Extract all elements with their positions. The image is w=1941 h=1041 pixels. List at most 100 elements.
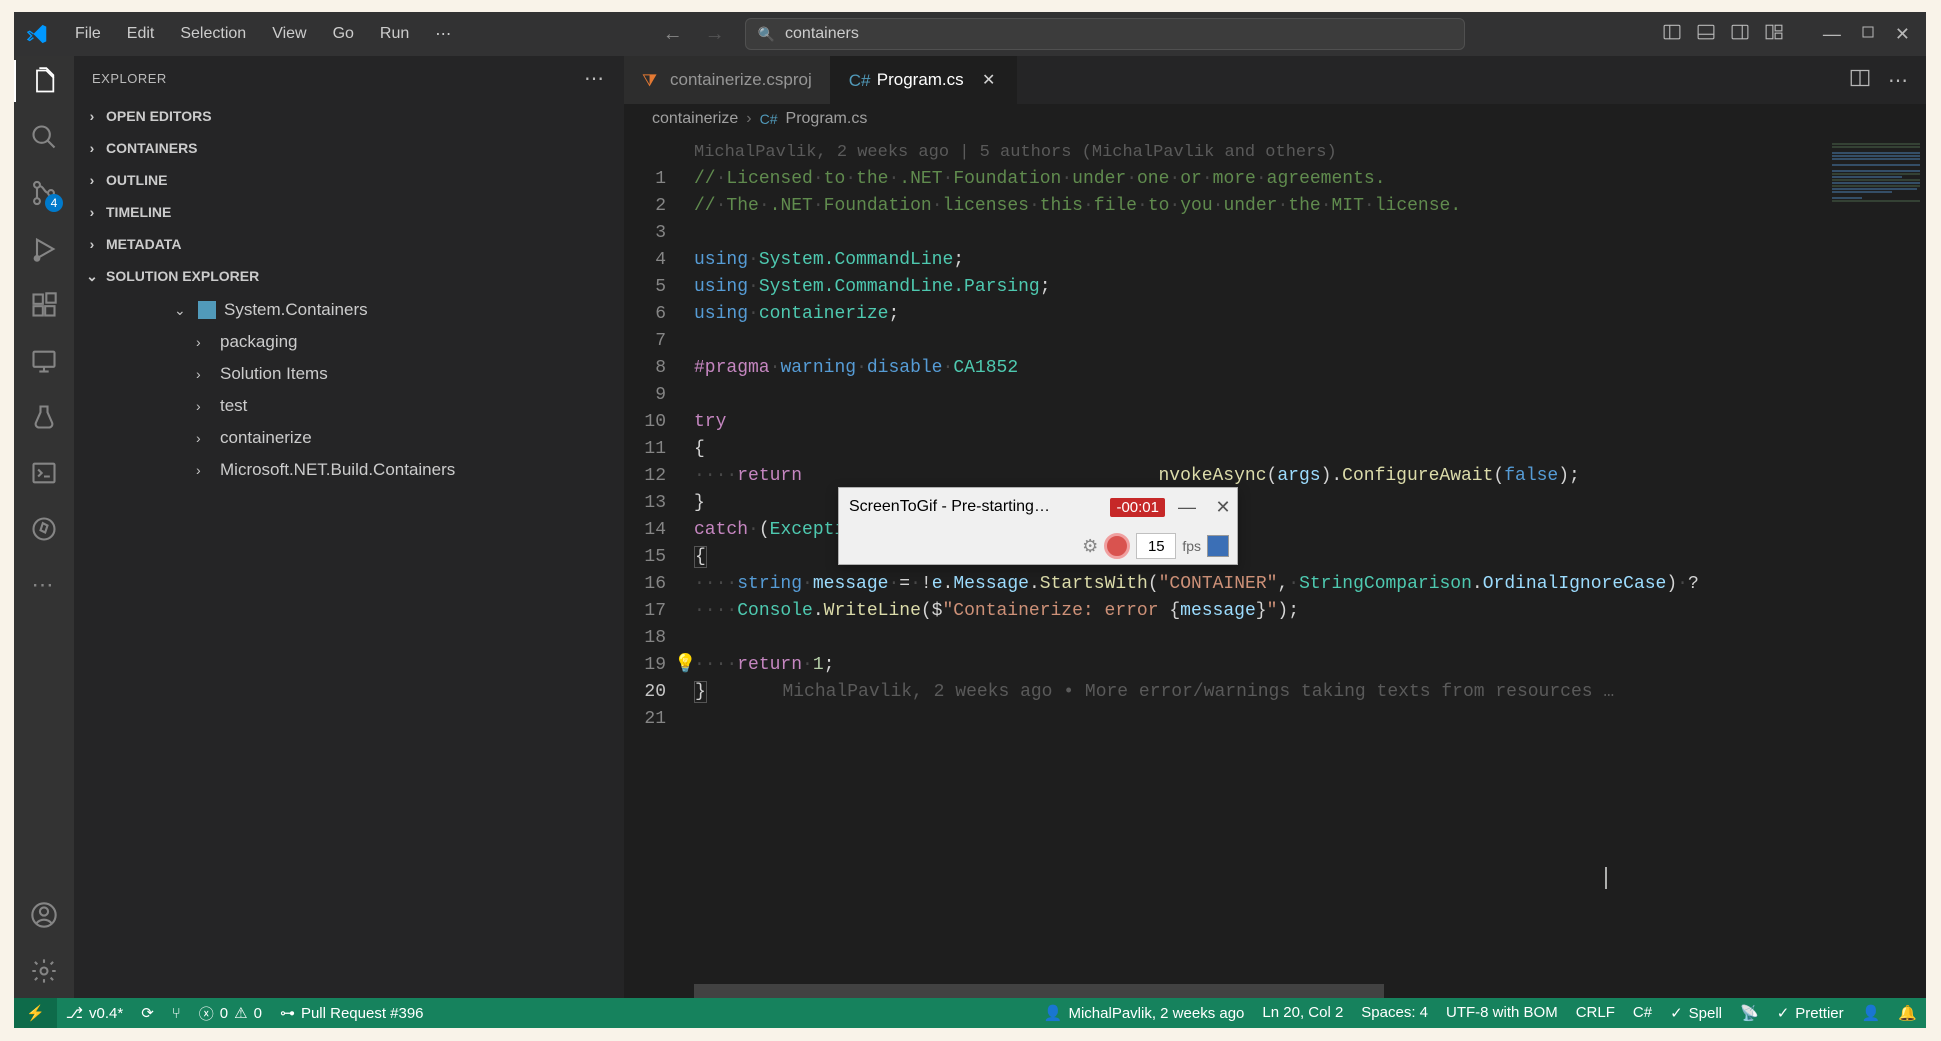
status-blame[interactable]: 👤MichalPavlik, 2 weeks ago — [1035, 1004, 1254, 1022]
section-solution-explorer[interactable]: ⌄SOLUTION EXPLORER — [74, 260, 624, 292]
menu-file[interactable]: File — [62, 19, 114, 49]
section-timeline[interactable]: ›TIMELINE — [74, 196, 624, 228]
activity-accounts-icon[interactable] — [29, 900, 59, 930]
tree-label: containerize — [220, 428, 312, 448]
nav-forward-icon[interactable]: → — [705, 23, 725, 46]
sidebar-more-icon[interactable]: ⋯ — [584, 66, 606, 91]
activity-terminal-icon[interactable] — [29, 458, 59, 488]
line-number: 6 — [624, 301, 666, 328]
tree-item[interactable]: ›containerize — [74, 422, 624, 454]
tab-label: Program.cs — [877, 70, 964, 90]
status-language[interactable]: C# — [1624, 1004, 1661, 1021]
screen-recorder-window[interactable]: ScreenToGif - Pre-starting… -00:01 — ✕ ⚙… — [838, 487, 1238, 565]
breadcrumb-segment[interactable]: Program.cs — [786, 110, 868, 128]
section-label: TIMELINE — [106, 204, 171, 220]
customize-layout-icon[interactable] — [1765, 23, 1783, 46]
status-bar: ⚡ ⎇v0.4* ⟳ ⑂ ⓧ0 ⚠0 ⊶Pull Request #396 👤M… — [14, 998, 1926, 1028]
tab-label: containerize.csproj — [670, 70, 812, 90]
activity-extensions-icon[interactable] — [29, 290, 59, 320]
tree-label: Solution Items — [220, 364, 328, 384]
menu-edit[interactable]: Edit — [114, 19, 168, 49]
section-open-editors[interactable]: ›OPEN EDITORS — [74, 100, 624, 132]
section-metadata[interactable]: ›METADATA — [74, 228, 624, 260]
tab-close-icon[interactable]: ✕ — [980, 70, 998, 90]
recorder-countdown: -00:01 — [1110, 498, 1165, 517]
lightbulb-icon[interactable]: 💡 — [674, 652, 696, 679]
recorder-title: ScreenToGif - Pre-starting… — [849, 498, 1102, 516]
status-go-live-icon[interactable]: 📡 — [1731, 1004, 1768, 1022]
person-icon: 👤 — [1044, 1004, 1063, 1022]
tree-label: Microsoft.NET.Build.Containers — [220, 460, 455, 480]
tree-root[interactable]: ⌄System.Containers — [74, 294, 624, 326]
code-line: { — [694, 436, 1926, 463]
activity-source-control-icon[interactable]: 4 — [29, 178, 59, 208]
activity-compass-icon[interactable] — [29, 514, 59, 544]
recorder-titlebar[interactable]: ScreenToGif - Pre-starting… -00:01 — ✕ — [839, 488, 1237, 526]
status-spell[interactable]: ✓Spell — [1661, 1004, 1731, 1022]
breadcrumb-segment[interactable]: containerize — [652, 110, 738, 128]
status-bell-icon[interactable]: 🔔 — [1889, 1004, 1926, 1022]
toggle-secondary-sidebar-icon[interactable] — [1731, 23, 1749, 46]
breadcrumb[interactable]: containerize › C# Program.cs — [624, 104, 1926, 134]
activity-more-icon[interactable]: ⋯ — [29, 570, 59, 600]
toggle-primary-sidebar-icon[interactable] — [1663, 23, 1681, 46]
tree-item[interactable]: ›Solution Items — [74, 358, 624, 390]
code-line: using·System.CommandLine; — [694, 247, 1926, 274]
recorder-settings-icon[interactable]: ⚙ — [1082, 536, 1098, 557]
status-graph-icon[interactable]: ⑂ — [163, 998, 190, 1028]
tab-program-cs[interactable]: C# Program.cs ✕ — [831, 56, 1017, 104]
section-outline[interactable]: ›OUTLINE — [74, 164, 624, 196]
window-close-icon[interactable]: ✕ — [1895, 24, 1910, 45]
menu-run[interactable]: Run — [367, 19, 422, 49]
status-cursor-pos[interactable]: Ln 20, Col 2 — [1253, 1004, 1352, 1021]
tab-containerize-csproj[interactable]: ⧩ containerize.csproj — [624, 56, 831, 104]
line-number: 15 — [624, 544, 666, 571]
status-eol[interactable]: CRLF — [1567, 1004, 1624, 1021]
line-number: 13 — [624, 490, 666, 517]
command-center[interactable]: 🔍 containers — [745, 18, 1465, 50]
tree-item[interactable]: ›test — [74, 390, 624, 422]
code-lens[interactable]: MichalPavlik, 2 weeks ago | 5 authors (M… — [694, 139, 1926, 166]
status-feedback-icon[interactable]: 👤 — [1853, 1004, 1890, 1022]
activity-explorer-icon[interactable] — [29, 66, 59, 96]
status-remote-icon[interactable]: ⚡ — [14, 998, 57, 1028]
recorder-record-button[interactable] — [1104, 533, 1130, 559]
solution-icon — [198, 301, 216, 319]
editor-more-icon[interactable]: ⋯ — [1888, 68, 1910, 93]
toggle-panel-icon[interactable] — [1697, 23, 1715, 46]
status-prettier[interactable]: ✓Prettier — [1768, 1004, 1853, 1022]
recorder-fps-input[interactable] — [1136, 533, 1176, 559]
window-minimize-icon[interactable]: — — [1823, 24, 1841, 45]
status-problems[interactable]: ⓧ0 ⚠0 — [190, 998, 271, 1028]
section-label: OPEN EDITORS — [106, 108, 212, 124]
status-branch[interactable]: ⎇v0.4* — [57, 998, 133, 1028]
code-editor[interactable]: 1 2 3 4 5 6 7 8 9 10 11 12 13 14 15 16 1 — [624, 134, 1926, 984]
activity-search-icon[interactable] — [29, 122, 59, 152]
tree-item[interactable]: ›Microsoft.NET.Build.Containers — [74, 454, 624, 486]
minimap[interactable] — [1826, 134, 1926, 984]
status-sync-icon[interactable]: ⟳ — [132, 998, 163, 1028]
line-number: 5 — [624, 274, 666, 301]
menu-go[interactable]: Go — [320, 19, 367, 49]
menu-overflow-icon[interactable]: ⋯ — [422, 18, 464, 50]
activity-testing-icon[interactable] — [29, 402, 59, 432]
split-editor-icon[interactable] — [1850, 68, 1870, 93]
menu-view[interactable]: View — [259, 19, 319, 49]
status-pull-request[interactable]: ⊶Pull Request #396 — [271, 998, 433, 1028]
recorder-color-picker[interactable] — [1207, 535, 1229, 557]
recorder-close-icon[interactable]: ✕ — [1209, 497, 1237, 518]
nav-back-icon[interactable]: ← — [663, 23, 683, 46]
menu-selection[interactable]: Selection — [167, 19, 259, 49]
tree-item[interactable]: ›packaging — [74, 326, 624, 358]
activity-run-debug-icon[interactable] — [29, 234, 59, 264]
line-number: 16 — [624, 571, 666, 598]
activity-remote-explorer-icon[interactable] — [29, 346, 59, 376]
status-indentation[interactable]: Spaces: 4 — [1352, 1004, 1437, 1021]
horizontal-scrollbar[interactable] — [624, 984, 1926, 998]
window-maximize-icon[interactable] — [1861, 25, 1875, 44]
recorder-minimize-icon[interactable]: — — [1173, 497, 1201, 518]
activity-settings-icon[interactable] — [29, 956, 59, 986]
scrollbar-thumb[interactable] — [694, 984, 1384, 998]
section-containers[interactable]: ›CONTAINERS — [74, 132, 624, 164]
status-encoding[interactable]: UTF-8 with BOM — [1437, 1004, 1567, 1021]
